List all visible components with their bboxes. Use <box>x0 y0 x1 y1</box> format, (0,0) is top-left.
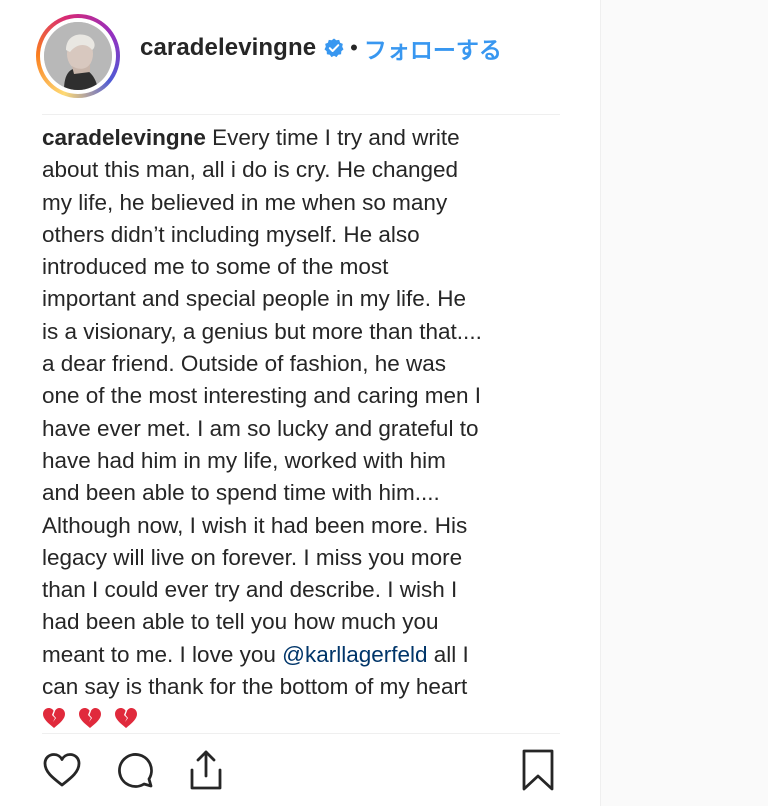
caption-line: have ever met. I am so lucky and gratefu… <box>42 415 479 441</box>
caption-line: Although now, I wish it had been more. H… <box>42 512 468 538</box>
caption-line: one of the most interesting and caring m… <box>42 383 482 409</box>
caption-line: about this man, all i do is cry. He chan… <box>42 157 459 183</box>
post-panel: caradelevingne • フォローする caradelevingne E… <box>0 0 600 806</box>
caption-line: have had him in my life, worked with him <box>42 447 446 473</box>
follow-button[interactable]: フォローする <box>364 31 502 65</box>
caption-line: had been able to tell you how much you <box>42 609 439 635</box>
broken-heart-icon <box>43 708 65 729</box>
like-button[interactable] <box>42 748 82 792</box>
caption-line: a dear friend. Outside of fashion, he wa… <box>42 351 446 377</box>
share-button[interactable] <box>186 748 226 792</box>
caption-line-mention: meant to me. I love you @karllagerfeld a… <box>42 641 469 667</box>
share-icon <box>190 750 222 790</box>
save-button[interactable] <box>518 748 558 792</box>
mention-link[interactable]: @karllagerfeld <box>282 642 427 667</box>
comment-icon <box>118 753 153 788</box>
avatar-image <box>44 22 112 90</box>
caption-line: can say is thank for the bottom of my he… <box>42 674 468 700</box>
comment-button[interactable] <box>115 748 155 792</box>
heart-icon <box>43 753 81 787</box>
separator-dot: • <box>350 35 358 60</box>
verified-badge-icon <box>324 38 344 58</box>
caption-line: others didn’t including myself. He also <box>42 221 420 247</box>
caption-line-1: caradelevingne Every time I try and writ… <box>42 125 460 150</box>
caption-line: legacy will live on forever. I miss you … <box>42 544 463 570</box>
caption-line: my life, he believed in me when so many <box>42 189 448 215</box>
broken-heart-icon <box>115 708 137 729</box>
username-link[interactable]: caradelevingne <box>140 34 316 62</box>
caption-username-link[interactable]: caradelevingne <box>42 125 206 150</box>
caption-divider <box>42 733 560 734</box>
caption-line: important and special people in my life.… <box>42 286 466 312</box>
header-divider <box>42 114 560 115</box>
caption-line: is a visionary, a genius but more than t… <box>42 318 482 344</box>
right-background <box>600 0 768 806</box>
avatar[interactable] <box>44 22 112 90</box>
emoji-row <box>42 707 562 729</box>
post-header: caradelevingne • フォローする <box>140 30 502 66</box>
story-ring[interactable] <box>36 14 120 98</box>
caption-line: than I could ever try and describe. I wi… <box>42 577 458 603</box>
caption: caradelevingne Every time I try and writ… <box>42 122 562 729</box>
bookmark-icon <box>522 749 554 791</box>
caption-line: introduced me to some of the most <box>42 254 389 280</box>
broken-heart-icon <box>79 708 101 729</box>
caption-line: and been able to spend time with him.... <box>42 480 440 506</box>
